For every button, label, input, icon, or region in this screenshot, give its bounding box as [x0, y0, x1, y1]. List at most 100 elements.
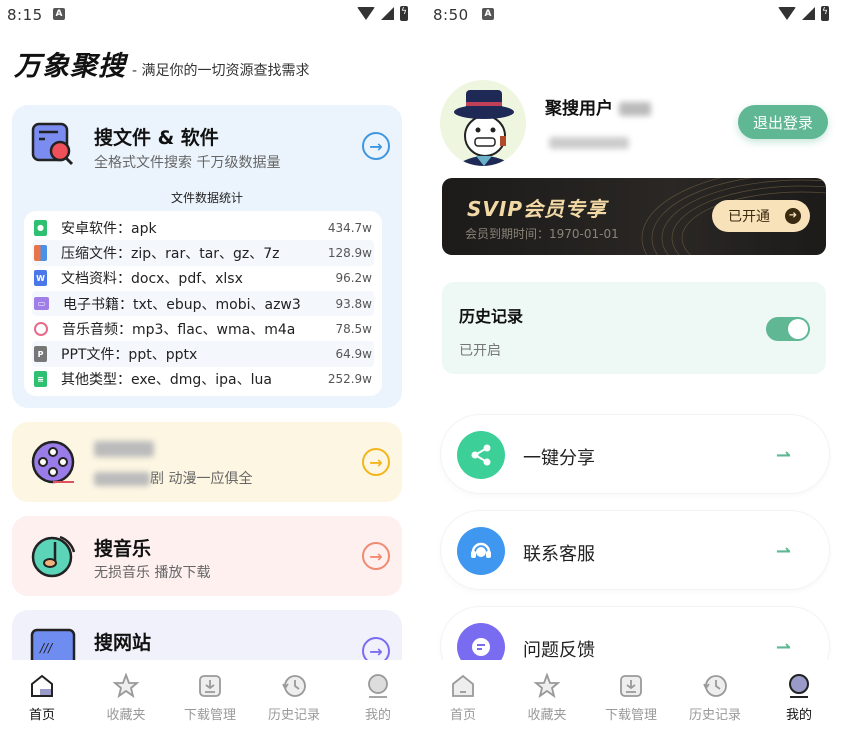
archive-file-icon	[34, 244, 47, 261]
history-clock-icon	[701, 672, 729, 700]
stat-count: 96.2w	[335, 271, 372, 286]
stat-label: 安卓软件：apk	[61, 220, 157, 237]
stat-count: 128.9w	[327, 245, 372, 260]
signal-icon	[381, 7, 394, 20]
stat-count: 434.7w	[327, 220, 372, 235]
stat-label: PPT文件：ppt、pptx	[61, 347, 198, 364]
username: 聚搜用户	[545, 94, 651, 119]
tab-profile[interactable]: 我的	[336, 660, 420, 732]
app-header: 万象聚搜 - 满足你的一切资源查找需求	[14, 44, 310, 83]
status-bar: 8:15 A	[0, 0, 420, 28]
history-clock-icon	[280, 672, 308, 700]
ebook-icon: ▭	[34, 297, 49, 311]
share-icon	[457, 431, 505, 479]
stat-label: 电子书籍：txt、ebup、mobi、azw3	[63, 296, 301, 313]
profile-screen: 8:50 A 聚搜用户 退出登录 SVIP会员专享 会员到期时间：1970-01…	[421, 0, 841, 732]
bottom-tab-bar: 首页 收藏夹 下载管理 历史记录 我的	[421, 660, 841, 732]
profile-icon	[785, 672, 813, 700]
card-title: 搜网站	[94, 632, 152, 654]
history-title: 历史记录	[459, 307, 524, 326]
stat-row[interactable]: 压缩文件：zip、rar、tar、gz、7z 128.9w	[32, 240, 374, 266]
ppt-file-icon: P	[34, 346, 47, 363]
menu-label: 一键分享	[523, 448, 595, 469]
tab-profile[interactable]: 我的	[757, 660, 841, 732]
stat-row[interactable]: W 文档资料：docx、pdf、xlsx 96.2w	[32, 266, 374, 291]
stat-row[interactable]: ▭ 电子书籍：txt、ebup、mobi、azw3 93.8w	[32, 290, 374, 317]
download-icon	[196, 672, 224, 700]
film-reel-icon	[31, 440, 75, 484]
arrow-right-icon[interactable]: →	[362, 448, 390, 476]
stat-row[interactable]: 音乐音频：mp3、flac、wma、m4a 78.5w	[32, 316, 374, 341]
arrow-icon: ⇀	[775, 541, 791, 562]
avatar[interactable]	[440, 80, 526, 166]
tab-favorites[interactable]: 收藏夹	[505, 660, 589, 732]
audio-file-icon	[34, 321, 48, 336]
tab-history[interactable]: 历史记录	[252, 660, 336, 732]
word-doc-icon: W	[34, 270, 47, 287]
arrow-right-icon[interactable]: →	[362, 542, 390, 570]
history-toggle[interactable]	[766, 317, 810, 341]
stats-title: 文件数据统计	[170, 191, 243, 205]
stat-count: 64.9w	[335, 347, 372, 362]
music-note-icon	[31, 535, 76, 578]
svip-banner[interactable]: SVIP会员专享 会员到期时间：1970-01-01 已开通 ➜	[442, 178, 826, 255]
tab-downloads[interactable]: 下载管理	[168, 660, 252, 732]
battery-icon	[400, 6, 408, 21]
star-icon	[112, 672, 140, 700]
notification-icon: A	[53, 8, 65, 20]
menu-customer-service[interactable]: 联系客服 ⇀	[440, 510, 830, 590]
wifi-icon	[357, 7, 375, 20]
stat-count: 78.5w	[335, 321, 372, 336]
tab-home[interactable]: 首页	[421, 660, 505, 732]
stat-row[interactable]: P PPT文件：ppt、pptx 64.9w	[32, 341, 374, 367]
stat-count: 93.8w	[335, 296, 372, 311]
headset-icon	[457, 527, 505, 575]
battery-icon	[821, 6, 829, 21]
arrow-icon: ⇀	[775, 637, 791, 658]
svip-expiry: 会员到期时间：1970-01-01	[465, 227, 619, 241]
arrow-right-icon[interactable]: →	[362, 132, 390, 160]
wifi-icon	[778, 7, 796, 20]
card-subtitle: 剧 动漫一应俱全	[94, 468, 252, 488]
other-file-icon: ≡	[34, 371, 47, 388]
tab-downloads[interactable]: 下载管理	[589, 660, 673, 732]
app-slogan: - 满足你的一切资源查找需求	[132, 63, 310, 79]
notification-icon: A	[482, 8, 494, 20]
card-title: 搜文件 & 软件	[94, 127, 219, 149]
search-files-card[interactable]: 搜文件 & 软件 全格式文件搜索 千万级数据量 → 文件数据统计 ● 安卓软件：a…	[12, 105, 402, 408]
status-bar: 8:50 A	[421, 0, 841, 28]
home-icon	[28, 672, 56, 700]
menu-share[interactable]: 一键分享 ⇀	[440, 414, 830, 494]
logout-button[interactable]: 退出登录	[738, 105, 828, 139]
tab-home[interactable]: 首页	[0, 660, 84, 732]
stat-label: 压缩文件：zip、rar、tar、gz、7z	[61, 245, 280, 262]
stat-row[interactable]: ≡ 其他类型：exe、dmg、ipa、lua 252.9w	[32, 367, 374, 392]
star-icon	[533, 672, 561, 700]
status-time: 8:15	[7, 6, 43, 24]
stat-label: 其他类型：exe、dmg、ipa、lua	[61, 372, 272, 389]
card-subtitle: 无损音乐 播放下载	[94, 565, 211, 581]
search-video-card[interactable]: 剧 动漫一应俱全 →	[12, 422, 402, 502]
card-title: 搜音乐	[94, 538, 152, 560]
stat-label: 音乐音频：mp3、flac、wma、m4a	[62, 321, 296, 338]
bottom-tab-bar: 首页 收藏夹 下载管理 历史记录 我的	[0, 660, 420, 732]
apk-file-icon: ●	[34, 219, 47, 236]
stat-count: 252.9w	[327, 372, 372, 387]
svip-status-button[interactable]: 已开通 ➜	[712, 200, 810, 232]
profile-icon	[364, 672, 392, 700]
card-subtitle: 全格式文件搜索 千万级数据量	[94, 155, 281, 171]
download-icon	[617, 672, 645, 700]
app-logo: 万象聚搜	[14, 51, 126, 82]
stat-row[interactable]: ● 安卓软件：apk 434.7w	[32, 215, 374, 240]
signal-icon	[802, 7, 815, 20]
tab-history[interactable]: 历史记录	[673, 660, 757, 732]
home-icon	[449, 672, 477, 700]
card-title-blurred	[94, 440, 154, 462]
menu-label: 问题反馈	[523, 640, 595, 661]
file-stats-list: ● 安卓软件：apk 434.7w 压缩文件：zip、rar、tar、gz、7z 12…	[24, 211, 382, 397]
svip-title: SVIP会员专享	[467, 197, 607, 221]
history-setting-card: 历史记录 已开启	[442, 282, 826, 374]
search-music-card[interactable]: 搜音乐 无损音乐 播放下载 →	[12, 516, 402, 596]
tab-favorites[interactable]: 收藏夹	[84, 660, 168, 732]
history-status: 已开启	[459, 343, 501, 359]
